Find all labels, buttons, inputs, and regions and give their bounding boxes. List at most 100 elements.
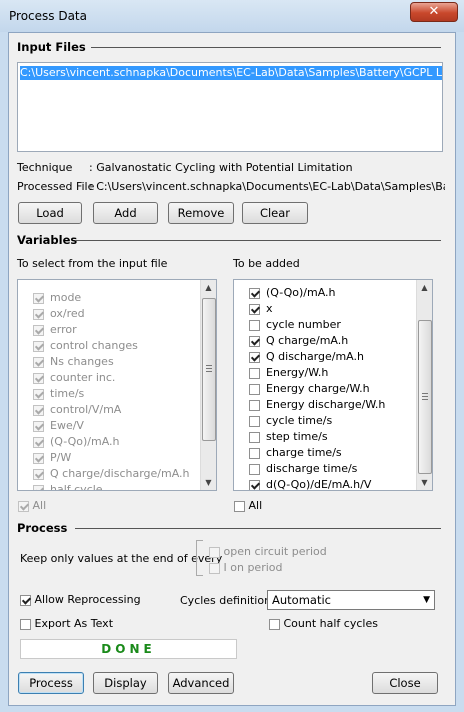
variable-item[interactable]: control/V/mA [33, 402, 121, 418]
added-scrollbar[interactable]: ▲ ▼ [416, 280, 432, 490]
variable-item[interactable]: (Q-Qo)/mA.h [249, 285, 336, 301]
scroll-up-icon[interactable]: ▲ [201, 280, 216, 295]
scroll-thumb[interactable] [202, 298, 216, 441]
i-on-label: I on period [223, 561, 283, 574]
advanced-button[interactable]: Advanced [168, 672, 234, 694]
variable-item[interactable]: Energy charge/W.h [249, 381, 370, 397]
checkbox-icon[interactable] [249, 319, 260, 331]
variable-item[interactable]: Q charge/mA.h [249, 333, 348, 349]
open-circuit-label: open circuit period [223, 545, 327, 558]
variable-item[interactable]: Energy discharge/W.h [249, 397, 385, 413]
checkbox-icon[interactable] [249, 351, 260, 363]
checkbox-icon[interactable] [33, 404, 44, 416]
checkbox-icon[interactable] [33, 388, 44, 400]
load-button[interactable]: Load [18, 202, 82, 224]
variable-item[interactable]: step time/s [249, 429, 328, 445]
checkbox-icon[interactable] [33, 292, 44, 304]
variable-item[interactable]: half cycle [33, 482, 103, 490]
variable-item[interactable]: charge time/s [249, 445, 342, 461]
variable-label: Q discharge/mA.h [266, 350, 364, 363]
grip-line-icon [206, 368, 212, 369]
keep-only-bracket [196, 540, 203, 576]
variable-item[interactable]: time/s [33, 386, 84, 402]
scroll-down-icon[interactable]: ▼ [201, 475, 216, 490]
open-circuit-checkbox[interactable]: open circuit period [209, 545, 327, 558]
checkbox-icon[interactable] [249, 463, 260, 475]
scroll-down-icon[interactable]: ▼ [417, 475, 432, 490]
variable-item[interactable]: Q discharge/mA.h [249, 349, 364, 365]
remove-button[interactable]: Remove [168, 202, 234, 224]
checkbox-icon[interactable] [249, 287, 260, 299]
variable-item[interactable]: Q charge/discharge/mA.h [33, 466, 190, 482]
variable-item[interactable]: x [249, 301, 273, 317]
input-file-item[interactable]: C:\Users\vincent.schnapka\Documents\EC-L… [20, 66, 442, 80]
checkbox-icon[interactable] [33, 436, 44, 448]
variable-item[interactable]: cycle time/s [249, 413, 332, 429]
variable-label: d(Q-Qo)/dE/mA.h/V [266, 478, 372, 491]
checkbox-icon[interactable] [249, 303, 260, 315]
checkbox-icon[interactable] [249, 431, 260, 443]
clear-button[interactable]: Clear [242, 202, 308, 224]
checkbox-icon[interactable] [33, 468, 44, 480]
checkbox-icon [269, 618, 280, 630]
variable-label: counter inc. [50, 371, 116, 384]
count-half-cycles-checkbox[interactable]: Count half cycles [269, 617, 378, 630]
export-as-text-checkbox[interactable]: Export As Text [20, 617, 113, 630]
variable-item[interactable]: discharge time/s [249, 461, 357, 477]
variable-item[interactable]: Energy/W.h [249, 365, 328, 381]
allow-reprocessing-checkbox[interactable]: Allow Reprocessing [20, 593, 141, 606]
variable-item[interactable]: cycle number [249, 317, 341, 333]
scroll-up-icon[interactable]: ▲ [417, 280, 432, 295]
checkbox-icon[interactable] [249, 415, 260, 427]
checkbox-icon[interactable] [249, 367, 260, 379]
input-files-list[interactable]: C:\Users\vincent.schnapka\Documents\EC-L… [17, 62, 443, 152]
variable-item[interactable]: d(Q-Qo)/dE/mA.h/V [249, 477, 372, 491]
checkbox-icon[interactable] [249, 383, 260, 395]
variable-item[interactable]: (Q-Qo)/mA.h [33, 434, 120, 450]
scroll-thumb[interactable] [418, 320, 432, 474]
variable-label: Energy charge/W.h [266, 382, 370, 395]
checkbox-icon[interactable] [33, 324, 44, 336]
variable-label: (Q-Qo)/mA.h [50, 435, 120, 448]
checkbox-icon[interactable] [33, 308, 44, 320]
variable-item[interactable]: Ns changes [33, 354, 114, 370]
checkbox-icon[interactable] [33, 484, 44, 490]
checkbox-icon[interactable] [33, 420, 44, 432]
checkbox-icon[interactable] [249, 479, 260, 490]
add-button[interactable]: Add [93, 202, 158, 224]
close-button[interactable]: Close [372, 672, 438, 694]
variable-item[interactable]: error [33, 322, 77, 338]
variable-item[interactable]: mode [33, 290, 81, 306]
process-button[interactable]: Process [18, 672, 84, 694]
variable-label: discharge time/s [266, 462, 358, 475]
variable-item[interactable]: control changes [33, 338, 138, 354]
keep-only-label: Keep only values at the end of every [20, 552, 223, 565]
checkbox-icon[interactable] [33, 340, 44, 352]
variable-label: charge time/s [266, 446, 342, 459]
checkbox-icon[interactable] [249, 399, 260, 411]
checkbox-icon[interactable] [33, 452, 44, 464]
cycles-definition-select[interactable]: Automatic ▼ [267, 590, 435, 610]
checkbox-icon[interactable] [249, 447, 260, 459]
source-variables-list[interactable]: mode ox/red error control changes Ns changes… [17, 279, 217, 491]
variable-label: Q charge/mA.h [266, 334, 349, 347]
window-close-button[interactable]: ✕ [410, 2, 458, 22]
source-scrollbar[interactable]: ▲ ▼ [200, 280, 216, 490]
display-button[interactable]: Display [93, 672, 158, 694]
added-all-checkbox[interactable]: All [234, 499, 262, 512]
variable-item[interactable]: ox/red [33, 306, 85, 322]
i-on-checkbox[interactable]: I on period [209, 561, 282, 574]
variable-item[interactable]: counter inc. [33, 370, 115, 386]
checkbox-icon[interactable] [33, 356, 44, 368]
checkbox-icon[interactable] [33, 372, 44, 384]
checkbox-icon[interactable] [249, 335, 260, 347]
count-half-cycles-label: Count half cycles [283, 617, 378, 630]
variable-label: error [50, 323, 77, 336]
chevron-down-icon[interactable]: ▼ [423, 591, 430, 609]
source-all-checkbox[interactable]: All [18, 499, 46, 512]
added-variables-list[interactable]: (Q-Qo)/mA.h x cycle number Q charge/mA.h Q d… [233, 279, 433, 491]
variable-label: Energy discharge/W.h [266, 398, 386, 411]
cycles-definition-value: Automatic [272, 593, 331, 607]
variable-item[interactable]: P/W [33, 450, 71, 466]
variable-item[interactable]: Ewe/V [33, 418, 84, 434]
